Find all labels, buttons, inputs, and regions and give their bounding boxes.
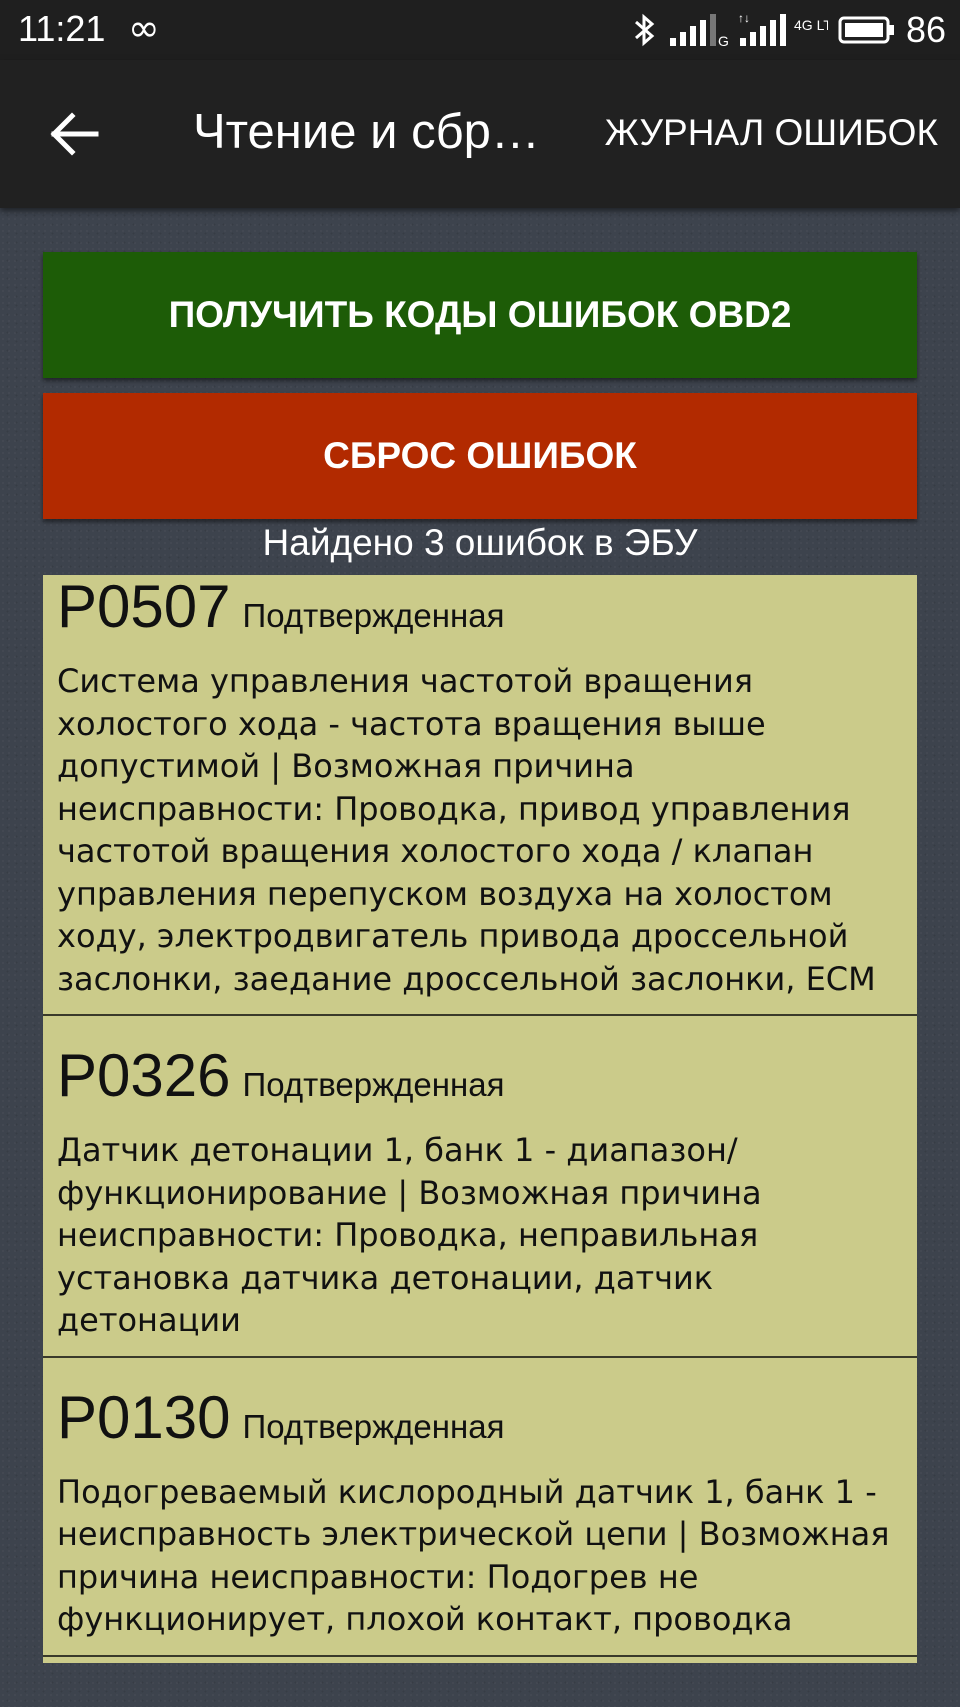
errors-found-summary: Найдено 3 ошибок в ЭБУ	[262, 522, 698, 563]
status-time: 11:21	[18, 8, 106, 49]
page-title: Чтение и сбр…	[193, 105, 540, 159]
network-label: 4G LTE	[794, 17, 828, 33]
infinity-icon: ∞	[128, 6, 160, 50]
list-item[interactable]: P0130 Подтвержденная Подогреваемый кислор…	[43, 1358, 917, 1657]
get-codes-button[interactable]: ПОЛУЧИТЬ КОДЫ ОШИБОК OBD2	[43, 252, 917, 378]
error-status: Подтвержденная	[242, 597, 505, 634]
svg-text:G: G	[718, 33, 728, 48]
error-header: P0507 Подтвержденная	[57, 575, 903, 654]
error-code: P0130	[57, 1383, 231, 1451]
error-status: Подтвержденная	[242, 1066, 505, 1103]
signal-icon: G	[669, 14, 728, 48]
reset-errors-button[interactable]: СБРОС ОШИБОК	[43, 393, 917, 519]
error-status: Подтвержденная	[242, 1407, 505, 1445]
error-description: Система управления частотой вращения хол…	[57, 662, 876, 998]
list-item[interactable]: P0326 Подтвержденная Датчик детонации 1, …	[43, 1016, 917, 1358]
error-description: Датчик детонации 1, банк 1 - диапазон/фу…	[57, 1131, 762, 1339]
error-code: P0326	[57, 1042, 231, 1109]
error-code: P0507	[57, 575, 231, 640]
error-list[interactable]: P0507 Подтвержденная Система управления ч…	[43, 575, 917, 1663]
svg-text:↑↓: ↑↓	[738, 11, 750, 25]
battery-percent: 86	[905, 9, 946, 50]
back-arrow-icon[interactable]	[48, 112, 100, 156]
list-item[interactable]: P0507 Подтвержденная Система управления ч…	[43, 575, 917, 1016]
error-log-button[interactable]: ЖУРНАЛ ОШИБОК	[605, 112, 938, 154]
status-icons: G ↑↓ 4G LTE 86	[632, 8, 946, 52]
battery-icon	[838, 16, 894, 44]
error-header: P0130 Подтвержденная	[57, 1382, 903, 1465]
app-bar: Чтение и сбр… ЖУРНАЛ ОШИБОК	[0, 60, 960, 208]
bluetooth-icon	[634, 13, 655, 47]
signal-lte-icon: ↑↓ 4G LTE	[738, 11, 828, 46]
error-header: P0326 Подтвержденная	[57, 1040, 903, 1123]
error-description: Подогреваемый кислородный датчик 1, банк…	[57, 1472, 890, 1639]
status-bar: 11:21 ∞ G ↑↓ 4G LTE 86	[0, 0, 960, 60]
